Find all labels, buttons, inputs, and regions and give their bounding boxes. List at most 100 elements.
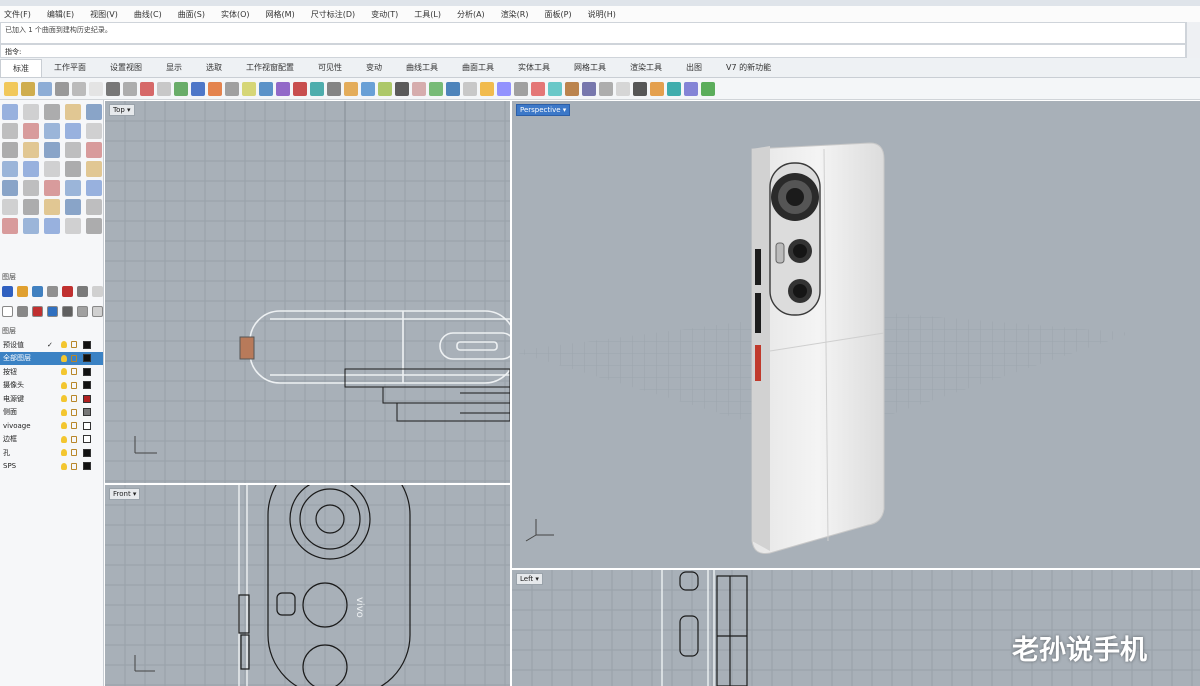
toolbar-icon-1[interactable] (4, 81, 18, 96)
lock-icon[interactable] (71, 408, 77, 416)
tool-icon-1[interactable] (2, 104, 18, 120)
toolbar-icon-7[interactable] (106, 81, 120, 96)
tool-icon-23[interactable] (44, 180, 60, 196)
menu-solid[interactable]: 实体(O) (221, 9, 250, 20)
panel-icon-3[interactable] (32, 286, 43, 297)
tab-display[interactable]: 显示 (154, 62, 194, 73)
tab-mesh-tools[interactable]: 网格工具 (562, 62, 618, 73)
toolbar-icon-19[interactable] (310, 81, 324, 96)
toolbar-icon-2[interactable] (21, 81, 35, 96)
toolbar-icon-32[interactable] (531, 81, 545, 96)
lock-icon[interactable] (71, 435, 77, 443)
toolbar-icon-34[interactable] (565, 81, 579, 96)
tool-icon-27[interactable] (23, 199, 39, 215)
toolbar-icon-31[interactable] (514, 81, 528, 96)
tab-visibility[interactable]: 可见性 (306, 62, 354, 73)
tool-icon-4[interactable] (65, 104, 81, 120)
toolbar-icon-15[interactable] (242, 81, 256, 96)
menu-edit[interactable]: 编辑(E) (47, 9, 74, 20)
panel-icon-7[interactable] (92, 286, 103, 297)
tool-icon-30[interactable] (86, 199, 102, 215)
toolbar-icon-23[interactable] (378, 81, 392, 96)
menu-surface[interactable]: 曲面(S) (178, 9, 205, 20)
layer-tool-icon-2[interactable] (17, 306, 28, 317)
viewport-label-top[interactable]: Top ▾ (109, 104, 135, 116)
layer-row[interactable]: 孔 (0, 446, 103, 460)
tool-icon-5[interactable] (86, 104, 102, 120)
tab-cplanes[interactable]: 工作平面 (42, 62, 98, 73)
menu-tools[interactable]: 工具(L) (414, 9, 441, 20)
tab-standard[interactable]: 标准 (0, 58, 42, 77)
layer-color-swatch[interactable] (83, 421, 91, 430)
menu-dimension[interactable]: 尺寸标注(D) (311, 9, 355, 20)
toolbar-icon-16[interactable] (259, 81, 273, 96)
tool-icon-35[interactable] (86, 218, 102, 234)
toolbar-icon-24[interactable] (395, 81, 409, 96)
tool-icon-7[interactable] (23, 123, 39, 139)
lock-icon[interactable] (71, 354, 77, 362)
layer-current-check[interactable]: ✓ (47, 341, 57, 349)
toolbar-icon-12[interactable] (191, 81, 205, 96)
tool-icon-16[interactable] (2, 161, 18, 177)
toolbar-icon-39[interactable] (650, 81, 664, 96)
tool-icon-32[interactable] (23, 218, 39, 234)
tool-icon-21[interactable] (2, 180, 18, 196)
lock-icon[interactable] (71, 449, 77, 457)
toolbar-icon-4[interactable] (55, 81, 69, 96)
toolbar-icon-30[interactable] (497, 81, 511, 96)
lightbulb-icon[interactable] (61, 422, 67, 430)
lock-icon[interactable] (71, 381, 77, 389)
viewport-label-left[interactable]: Left ▾ (516, 573, 543, 585)
lightbulb-icon[interactable] (61, 368, 67, 376)
tool-icon-12[interactable] (23, 142, 39, 158)
lightbulb-icon[interactable] (61, 462, 67, 470)
layer-color-swatch[interactable] (83, 367, 91, 376)
viewport-front[interactable]: vivo Front ▾ (105, 485, 510, 686)
tool-icon-6[interactable] (2, 123, 18, 139)
tool-icon-10[interactable] (86, 123, 102, 139)
tool-icon-25[interactable] (86, 180, 102, 196)
layer-row[interactable]: 预设值 ✓ (0, 338, 103, 352)
lightbulb-icon[interactable] (61, 341, 67, 349)
toolbar-icon-33[interactable] (548, 81, 562, 96)
toolbar-icon-20[interactable] (327, 81, 341, 96)
command-prompt[interactable]: 指令: (0, 44, 1186, 58)
toolbar-icon-6[interactable] (89, 81, 103, 96)
lightbulb-icon[interactable] (61, 449, 67, 457)
lock-icon[interactable] (71, 422, 77, 430)
toolbar-icon-11[interactable] (174, 81, 188, 96)
layer-tool-icon-7[interactable] (92, 306, 103, 317)
toolbar-icon-25[interactable] (412, 81, 426, 96)
tab-transform[interactable]: 变动 (354, 62, 394, 73)
layer-row[interactable]: 电源键 (0, 392, 103, 406)
toolbar-icon-41[interactable] (684, 81, 698, 96)
layer-tool-icon-3[interactable] (32, 306, 43, 317)
panel-icon-5[interactable] (62, 286, 73, 297)
menu-mesh[interactable]: 网格(M) (266, 9, 295, 20)
toolbar-icon-28[interactable] (463, 81, 477, 96)
tab-set-view[interactable]: 设置视图 (98, 62, 154, 73)
layer-row[interactable]: vivoage (0, 419, 103, 433)
panel-icon-2[interactable] (17, 286, 28, 297)
menu-render[interactable]: 渲染(R) (501, 9, 529, 20)
menu-curve[interactable]: 曲线(C) (134, 9, 162, 20)
menu-panels[interactable]: 面板(P) (545, 9, 572, 20)
toolbar-icon-22[interactable] (361, 81, 375, 96)
tool-icon-9[interactable] (65, 123, 81, 139)
lock-icon[interactable] (71, 341, 77, 349)
lightbulb-icon[interactable] (61, 435, 67, 443)
menu-analyze[interactable]: 分析(A) (457, 9, 485, 20)
tool-icon-31[interactable] (2, 218, 18, 234)
layer-tool-icon-6[interactable] (77, 306, 88, 317)
layer-color-swatch[interactable] (83, 408, 91, 417)
layer-color-swatch[interactable] (83, 462, 91, 471)
layer-row[interactable]: 边框 (0, 433, 103, 447)
tool-icon-28[interactable] (44, 199, 60, 215)
layer-color-swatch[interactable] (83, 354, 91, 363)
tab-curve-tools[interactable]: 曲线工具 (394, 62, 450, 73)
lightbulb-icon[interactable] (61, 354, 67, 362)
tab-viewport-layout[interactable]: 工作视窗配置 (234, 62, 306, 73)
tool-icon-13[interactable] (44, 142, 60, 158)
toolbar-icon-17[interactable] (276, 81, 290, 96)
toolbar-icon-27[interactable] (446, 81, 460, 96)
